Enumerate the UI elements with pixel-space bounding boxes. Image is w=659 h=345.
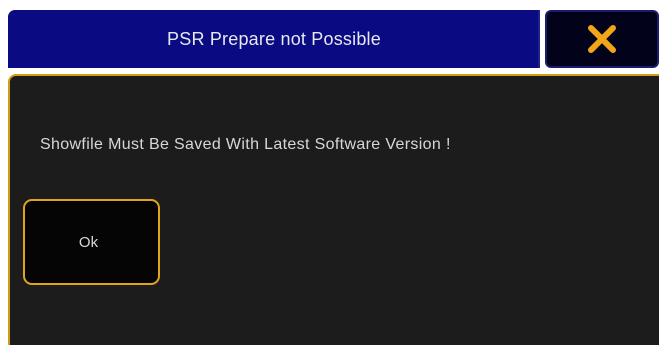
ok-button-label: Ok bbox=[78, 233, 99, 251]
dialog-body: Showfile Must Be Saved With Latest Softw… bbox=[8, 74, 659, 345]
dialog-message: Showfile Must Be Saved With Latest Softw… bbox=[40, 136, 451, 153]
close-icon bbox=[585, 22, 619, 56]
dialog-title-bar: PSR Prepare not Possible bbox=[8, 10, 540, 68]
ok-button[interactable]: Ok bbox=[23, 199, 160, 285]
dialog-title: PSR Prepare not Possible bbox=[167, 28, 381, 49]
close-button[interactable] bbox=[545, 10, 659, 68]
psr-dialog-window: PSR Prepare not Possible Showfile Must B… bbox=[0, 0, 659, 345]
